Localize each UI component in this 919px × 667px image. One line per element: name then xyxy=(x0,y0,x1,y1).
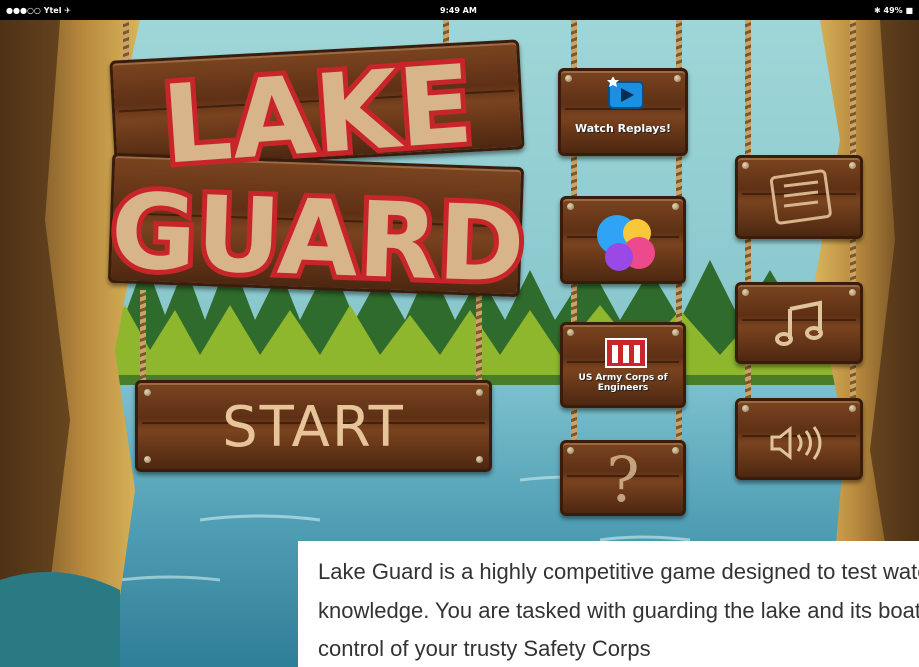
description-panel: Lake Guard is a highly competitive game … xyxy=(298,541,919,667)
speaker-icon xyxy=(770,425,822,461)
carrier-signal: ●●●○○ Ytel ✈ xyxy=(6,6,71,15)
description-text: Lake Guard is a highly competitive game … xyxy=(318,559,919,661)
army-corps-button[interactable]: US Army Corps of Engineers xyxy=(560,322,686,408)
question-mark-icon: ? xyxy=(606,443,640,516)
game-center-bubbles-icon xyxy=(597,215,655,271)
music-note-icon xyxy=(775,300,823,346)
status-bar: ●●●○○ Ytel ✈ 9:49 AM ✱ 49% ■ xyxy=(0,0,919,20)
game-logo: LAKE GUARD xyxy=(108,42,528,302)
play-screen-icon xyxy=(607,77,644,109)
music-toggle-button[interactable] xyxy=(735,282,863,364)
sound-toggle-button[interactable] xyxy=(735,398,863,480)
help-button[interactable]: ? xyxy=(560,440,686,516)
rope xyxy=(745,20,751,460)
start-button[interactable]: START xyxy=(135,380,492,472)
watch-replays-button[interactable]: Watch Replays! xyxy=(558,68,688,156)
list-icon xyxy=(769,169,832,225)
game-center-button[interactable] xyxy=(560,196,686,284)
castle-icon xyxy=(605,338,647,368)
clock: 9:49 AM xyxy=(440,6,477,15)
leaderboard-button[interactable] xyxy=(735,155,863,239)
logo-text-lake: LAKE xyxy=(159,42,477,188)
start-label: START xyxy=(222,395,405,460)
rope xyxy=(850,20,856,460)
watch-replays-label: Watch Replays! xyxy=(575,122,671,135)
army-corps-label: US Army Corps of Engineers xyxy=(578,373,668,393)
game-screen: ●●●○○ Ytel ✈ 9:49 AM ✱ 49% ■ LAKE GUARD … xyxy=(0,0,919,667)
battery-indicator: ✱ 49% ■ xyxy=(874,6,913,15)
logo-text-guard: GUARD xyxy=(109,170,527,302)
